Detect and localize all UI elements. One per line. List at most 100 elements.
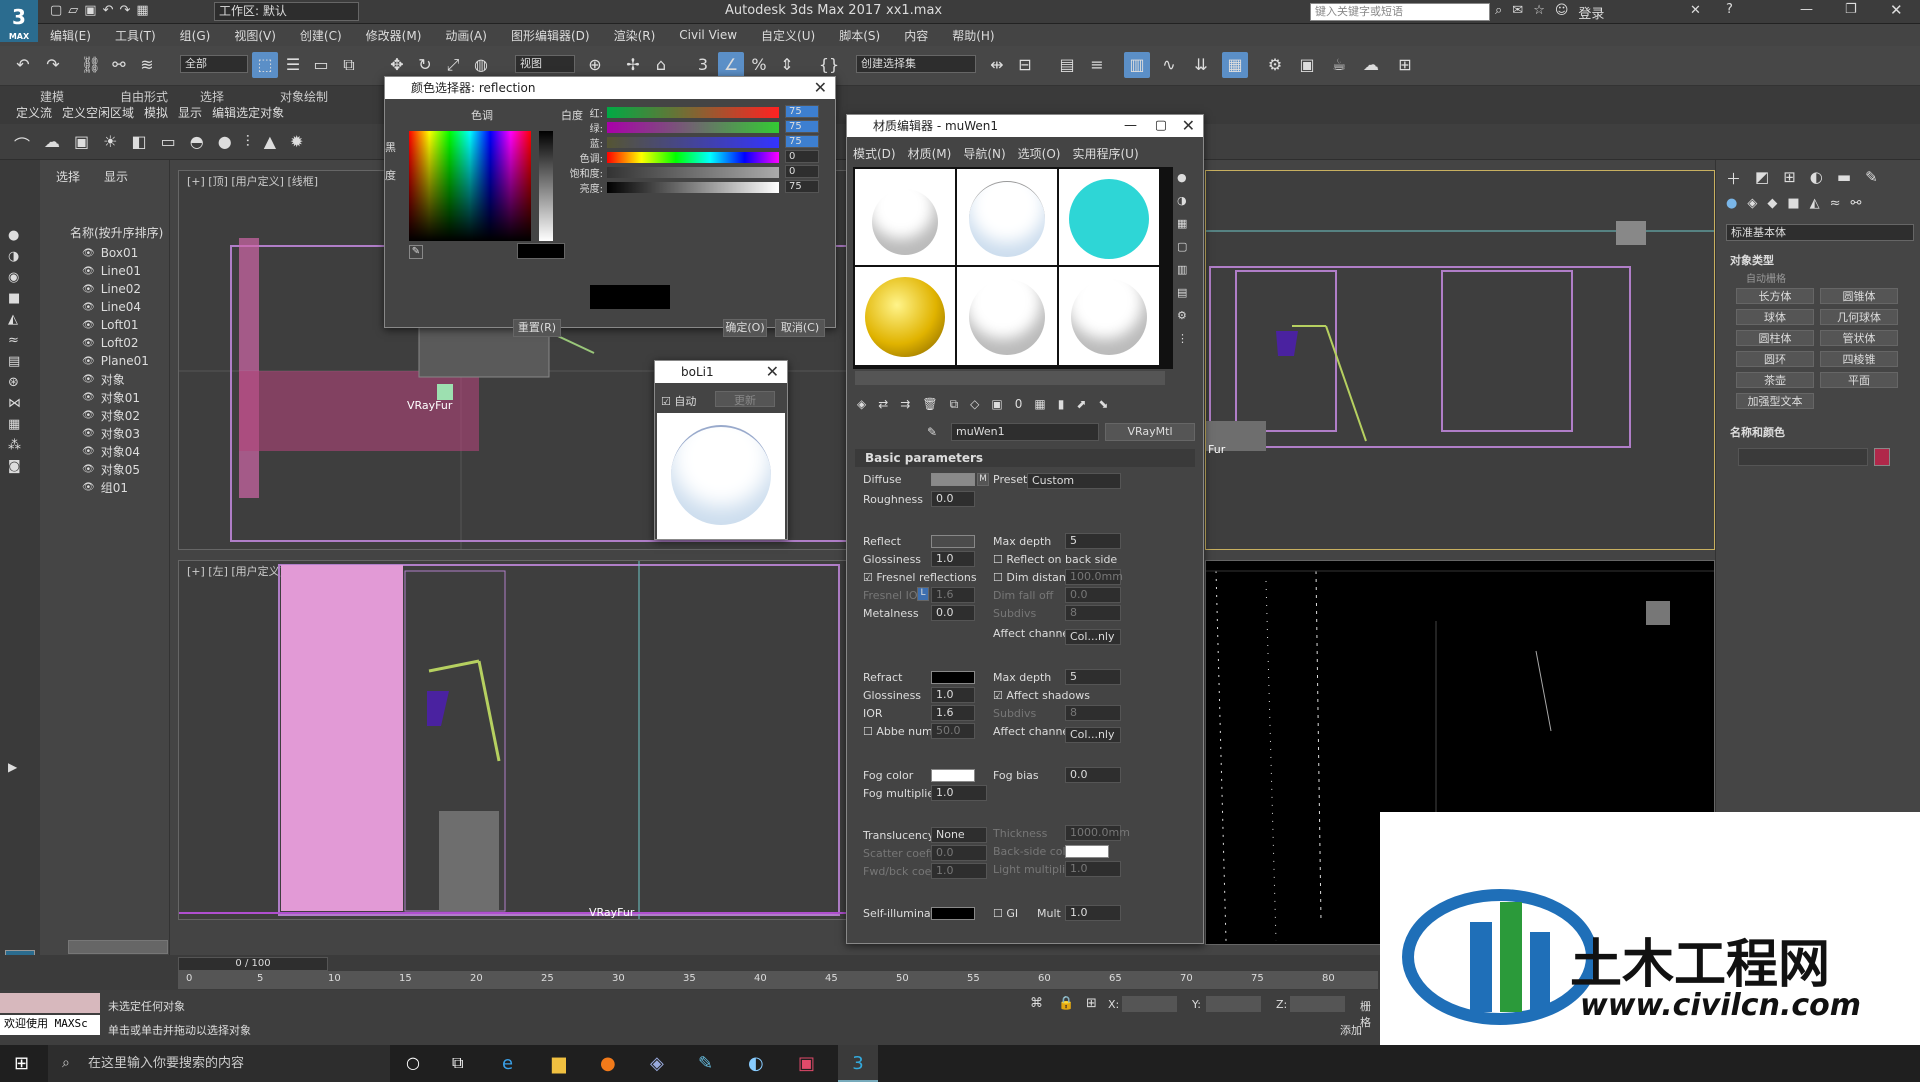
rendered-frame-icon[interactable]: ▣ [1294,52,1320,78]
video-color-check-icon[interactable]: ▥ [1177,263,1188,276]
shapes-icon[interactable]: ◈ [1747,196,1757,211]
channel-spinner[interactable]: 75 [785,120,819,133]
ok-button[interactable]: 确定(O) [723,319,767,337]
create-object-button[interactable]: 球体 [1736,309,1814,325]
mat-editor-menu-item[interactable]: 导航(N) [963,145,1005,162]
ribbon-subtab-0[interactable]: 定义流 [16,104,52,124]
channel-slider[interactable] [607,152,779,163]
assign-material-icon[interactable]: ⇉ [900,397,910,412]
user-icon[interactable]: ☺ [1555,3,1569,22]
fresnel-checkbox[interactable]: ☑ Fresnel reflections [863,571,977,584]
x-field[interactable] [1122,996,1177,1012]
reflect-max-depth-spinner[interactable]: 5 [1065,533,1121,549]
channel-spinner[interactable]: 75 [785,135,819,148]
visibility-eye-icon[interactable]: 👁 [82,320,95,331]
filter-geometry-icon[interactable]: ● [8,228,21,243]
maxscript-input[interactable]: 欢迎使用 MAXSc [0,1015,100,1035]
create-object-button[interactable]: 圆环 [1736,351,1814,367]
create-object-button[interactable]: 四棱锥 [1820,351,1898,367]
minimize-icon[interactable]: — [1800,2,1813,17]
undo-icon[interactable]: ↶ [103,3,114,18]
unlink-icon[interactable]: ⚯ [106,52,132,78]
viewport-left[interactable]: [+] [左] [用户定义] [线框] VRayFur [178,560,850,920]
fwd-bck-spinner[interactable]: 1.0 [931,863,987,879]
angle-snap-icon[interactable]: ∠ [718,52,744,78]
diffuse-map-button[interactable]: M [977,473,989,486]
options-icon[interactable]: ⚙ [1177,309,1188,322]
close-icon[interactable]: ✕ [1182,115,1195,137]
ior-spinner[interactable]: 1.6 [931,705,975,721]
sample-slot-1[interactable] [855,169,955,265]
dome-icon[interactable]: ◓ [190,132,204,156]
thickness-spinner[interactable]: 1000.0mm [1065,825,1130,841]
backside-color-swatch[interactable] [1065,845,1109,858]
sample-slot-scrollbar[interactable] [855,371,1165,385]
make-unique-icon[interactable]: ◇ [970,397,979,412]
menu-item-12[interactable]: 内容 [892,27,940,44]
scene-header[interactable]: 名称(按升序排序) [70,224,195,241]
app-icon-1[interactable]: ◈ [650,1053,664,1074]
ribbon-tab-1[interactable]: 自由形式 [120,88,168,105]
edit-named-selection-icon[interactable]: {} [816,52,842,78]
ribbon-subtab-2[interactable]: 模拟 [144,104,168,124]
channel-spinner[interactable]: 0 [785,150,819,163]
y-field[interactable] [1206,996,1261,1012]
render-cloud-icon[interactable]: ☁ [1358,52,1384,78]
name-color-header[interactable]: 名称和颜色 [1730,424,1785,440]
mat-editor-menu-item[interactable]: 实用程序(U) [1072,145,1138,162]
object-name-field[interactable] [1738,448,1868,466]
mat-editor-menu-item[interactable]: 选项(O) [1018,145,1061,162]
select-manipulate-icon[interactable]: ✢ [620,52,646,78]
create-object-button[interactable]: 加强型文本 [1736,393,1814,409]
firefox-icon[interactable]: ● [600,1053,616,1074]
lock-icon[interactable]: 🔒 [1058,996,1074,1011]
channel-spinner[interactable]: 75 [785,105,819,118]
menu-item-5[interactable]: 修改器(M) [354,27,434,44]
abbe-spinner[interactable]: 50.0 [931,723,975,739]
scene-scrollbar[interactable] [68,940,168,954]
preset-dropdown[interactable]: Custom [1027,473,1121,489]
new-file-icon[interactable]: ▢ [50,3,62,18]
menu-item-3[interactable]: 视图(V) [222,27,288,44]
channel-slider[interactable] [607,107,779,118]
ribbon-tab-2[interactable]: 选择 [200,88,224,105]
app-logo[interactable]: 3 MAX [0,0,38,42]
menu-item-9[interactable]: Civil View [667,28,749,42]
cancel-button[interactable]: 取消(C) [775,319,825,337]
plane-icon[interactable]: ▭ [161,132,176,156]
graphite-ribbon-icon[interactable]: ▥ [1124,52,1150,78]
channel-spinner[interactable]: 75 [785,180,819,193]
layer-explorer-icon[interactable]: ≡ [1084,52,1110,78]
open-icon[interactable]: ▱ [68,3,78,18]
rect-selection-icon[interactable]: ▭ [308,52,334,78]
project-icon[interactable]: ▦ [136,3,148,18]
filter-xrefs-icon[interactable]: ⊛ [8,375,21,390]
menu-item-13[interactable]: 帮助(H) [940,27,1006,44]
display-tab-icon[interactable]: ▬ [1837,168,1851,189]
reflect-back-checkbox[interactable]: ☐ Reflect on back side [993,553,1117,566]
lights-icon[interactable]: ◆ [1767,196,1777,211]
refract-subdivs-spinner[interactable]: 8 [1065,705,1121,721]
fresnel-ior-lock-button[interactable]: L [917,587,929,601]
create-object-button[interactable]: 圆锥体 [1820,288,1898,304]
self-illum-swatch[interactable] [931,907,975,920]
reflect-affect-channels-dropdown[interactable]: Col...nly [1065,629,1121,645]
render-icon[interactable]: ☕ [1326,52,1352,78]
self-illum-mult-spinner[interactable]: 1.0 [1065,905,1121,921]
filter-shapes-icon[interactable]: ◑ [8,249,21,264]
refract-max-depth-spinner[interactable]: 5 [1065,669,1121,685]
fur-icon[interactable]: ⫶ [246,132,250,156]
scatter-spinner[interactable]: 0.0 [931,845,987,861]
viewport-front[interactable]: Fur [1205,170,1715,550]
utilities-tab-icon[interactable]: ✎ [1865,168,1878,189]
category-dropdown[interactable]: 标准基本体 [1726,224,1914,241]
menu-item-8[interactable]: 渲染(R) [602,27,668,44]
sun-icon[interactable]: ✹ [290,132,303,156]
vray-teapot-icon[interactable]: ⌒ [14,132,30,156]
fresnel-ior-spinner[interactable]: 1.6 [931,587,975,603]
sample-type-icon[interactable]: ● [1177,171,1188,184]
scale-icon[interactable]: ⤢ [440,52,466,78]
create-object-button[interactable]: 平面 [1820,372,1898,388]
move-icon[interactable]: ✥ [384,52,410,78]
channel-spinner[interactable]: 0 [785,165,819,178]
